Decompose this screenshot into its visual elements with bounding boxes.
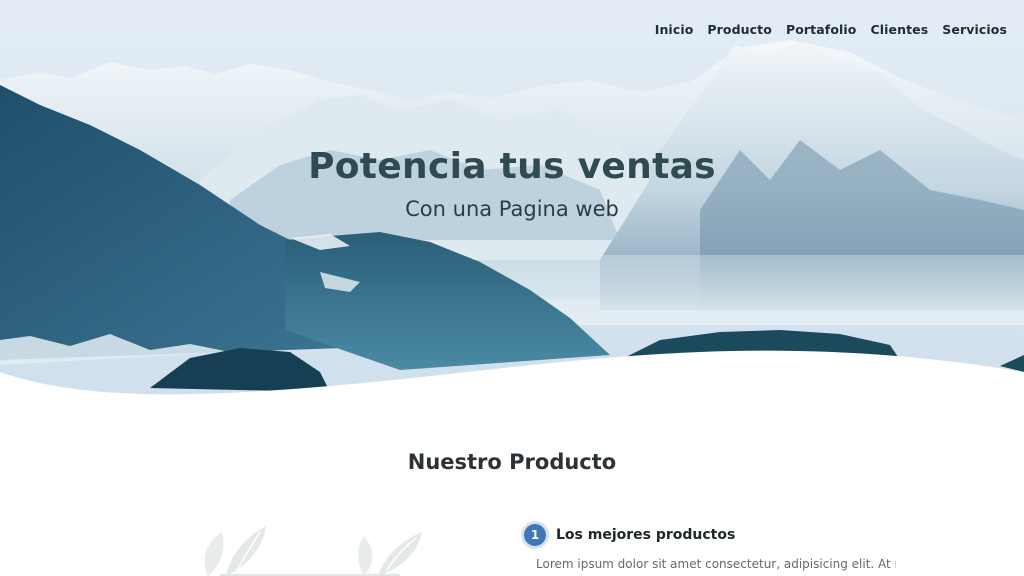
nav-item-portafolio[interactable]: Portafolio	[779, 22, 864, 37]
hero-section: Inicio Producto Portafolio Clientes Serv…	[0, 0, 1024, 400]
main-nav: Inicio Producto Portafolio Clientes Serv…	[648, 22, 1014, 37]
leaf-illustration	[204, 526, 422, 576]
feature-description: Lorem ipsum dolor sit amet consectetur, …	[536, 557, 896, 571]
feature-number-badge: 1	[524, 524, 546, 546]
hero-title: Potencia tus ventas	[308, 146, 716, 187]
feature-item: 1 Los mejores productos	[524, 524, 735, 546]
hero-subtitle: Con una Pagina web	[405, 197, 619, 221]
nav-item-producto[interactable]: Producto	[700, 22, 779, 37]
nav-item-inicio[interactable]: Inicio	[648, 22, 701, 37]
product-section-title: Nuestro Producto	[407, 450, 617, 474]
nav-item-clientes[interactable]: Clientes	[863, 22, 935, 37]
nav-item-servicios[interactable]: Servicios	[935, 22, 1014, 37]
feature-title: Los mejores productos	[556, 527, 736, 543]
